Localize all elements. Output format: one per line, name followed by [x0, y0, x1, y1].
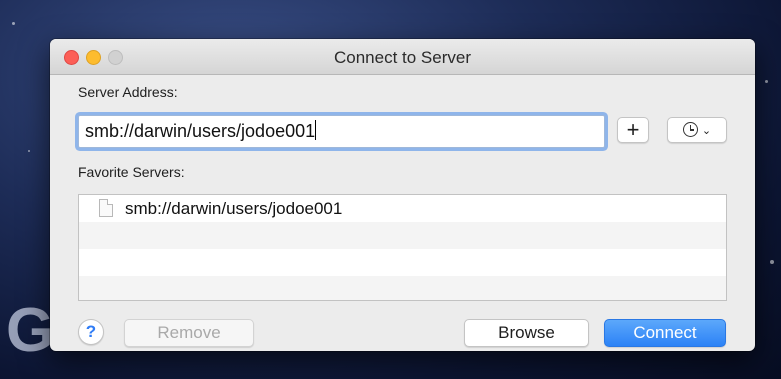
- server-address-input[interactable]: smb://darwin/users/jodoe001: [78, 115, 605, 148]
- add-favorite-button[interactable]: +: [617, 117, 649, 143]
- connect-button[interactable]: Connect: [604, 319, 726, 347]
- star-decoration: [12, 22, 15, 25]
- list-item-empty: [79, 249, 726, 276]
- clock-icon: [682, 122, 698, 137]
- document-icon: [99, 199, 113, 217]
- recent-servers-button[interactable]: ⌄: [667, 117, 727, 143]
- favorite-servers-list[interactable]: smb://darwin/users/jodoe001: [78, 194, 727, 301]
- help-icon: ?: [85, 322, 97, 341]
- server-address-value: smb://darwin/users/jodoe001: [85, 121, 316, 141]
- list-item-empty: [79, 276, 726, 300]
- favorite-servers-label: Favorite Servers:: [78, 164, 185, 180]
- title-bar: Connect to Server: [50, 39, 755, 75]
- list-item-empty: [79, 222, 726, 249]
- help-button[interactable]: ?: [78, 319, 104, 345]
- star-decoration: [28, 150, 30, 152]
- star-decoration: [770, 260, 774, 264]
- chevron-down-icon: ⌄: [701, 125, 712, 137]
- list-item[interactable]: smb://darwin/users/jodoe001: [79, 195, 726, 222]
- desktop-wallpaper-glyph: G: [6, 296, 55, 365]
- plus-icon: +: [626, 117, 640, 142]
- star-decoration: [765, 80, 768, 83]
- connect-to-server-window: Connect to Server Server Address: smb://…: [50, 39, 755, 351]
- window-title: Connect to Server: [333, 48, 471, 67]
- server-address-label: Server Address:: [78, 84, 178, 100]
- favorite-server-address: smb://darwin/users/jodoe001: [125, 199, 343, 218]
- text-caret: [315, 120, 317, 140]
- browse-button[interactable]: Browse: [464, 319, 589, 347]
- remove-button[interactable]: Remove: [124, 319, 254, 347]
